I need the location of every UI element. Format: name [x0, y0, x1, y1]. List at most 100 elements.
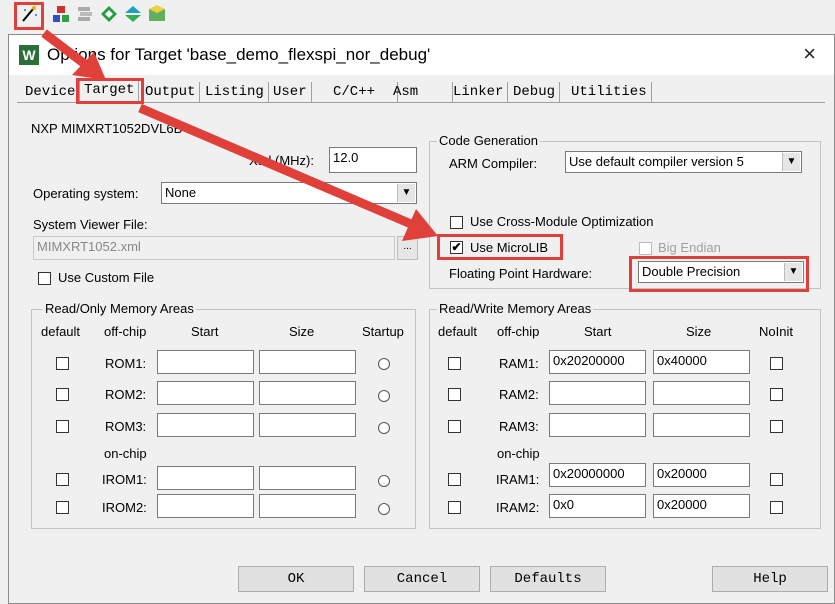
close-icon[interactable]: × [803, 43, 816, 65]
irom1-start-input[interactable] [157, 466, 254, 490]
rom2-startup-radio[interactable] [378, 390, 390, 402]
defaults-button[interactable]: Defaults [490, 566, 606, 592]
rom1-default-checkbox[interactable] [56, 357, 69, 370]
title-bar: W Options for Target 'base_demo_flexspi_… [9, 35, 834, 75]
compiler-select[interactable]: Use default compiler version 5 ▼ [565, 151, 802, 173]
xtal-input[interactable]: 12.0 [329, 147, 417, 173]
tab-output[interactable]: Output [141, 82, 201, 102]
sysviewer-label: System Viewer File: [33, 217, 148, 232]
iram2-noinit-checkbox[interactable] [770, 501, 783, 514]
device-name: NXP MIMXRT1052DVL6B [31, 121, 183, 136]
dialog-title: Options for Target 'base_demo_flexspi_no… [47, 45, 431, 64]
fph-label: Floating Point Hardware: [449, 266, 593, 281]
microlib-checkbox[interactable]: ✔ [450, 241, 463, 254]
pack-icon[interactable] [146, 3, 168, 25]
branch-icon[interactable] [122, 3, 144, 25]
ram2-default-checkbox[interactable] [448, 388, 461, 401]
rom3-start-input[interactable] [157, 413, 254, 437]
irom1-startup-radio[interactable] [378, 475, 390, 487]
irom2-start-input[interactable] [157, 494, 254, 518]
ok-button[interactable]: OK [238, 566, 354, 592]
tab-linker[interactable]: Linker [449, 82, 509, 102]
rom3-label: ROM3: [105, 419, 147, 434]
big-endian-checkbox[interactable] [639, 242, 652, 255]
tab-utilities[interactable]: Utilities [567, 82, 652, 102]
iram1-default-checkbox[interactable] [448, 473, 461, 486]
ram3-size-input[interactable] [653, 413, 750, 437]
help-button[interactable]: Help [712, 566, 828, 592]
component-icon[interactable] [50, 3, 72, 25]
ram1-default-checkbox[interactable] [448, 357, 461, 370]
ram-header-offchip: off-chip [497, 324, 540, 339]
rom-header-offchip: off-chip [104, 324, 147, 339]
irom2-startup-radio[interactable] [378, 503, 390, 515]
compiler-value: Use default compiler version 5 [569, 154, 744, 169]
irom1-label: IROM1: [102, 472, 147, 487]
chevron-down-icon: ▼ [784, 263, 802, 281]
ram2-start-input[interactable] [549, 381, 646, 405]
tab-c-cpp[interactable]: C/C++ [329, 82, 398, 102]
stack-icon[interactable] [74, 3, 96, 25]
iram1-start-input[interactable]: 0x20000000 [549, 463, 646, 487]
irom1-size-input[interactable] [259, 466, 356, 490]
ram3-default-checkbox[interactable] [448, 420, 461, 433]
fph-select[interactable]: Double Precision ▼ [638, 261, 804, 283]
irom1-default-checkbox[interactable] [56, 473, 69, 486]
irom2-default-checkbox[interactable] [56, 501, 69, 514]
tab-asm[interactable]: Asm [389, 82, 453, 102]
iram2-start-input[interactable]: 0x0 [549, 494, 646, 518]
ram-onchip-label: on-chip [497, 446, 540, 461]
os-select[interactable]: None ▼ [161, 182, 417, 204]
rom1-startup-radio[interactable] [378, 358, 390, 370]
rom2-start-input[interactable] [157, 381, 254, 405]
ram-title: Read/Write Memory Areas [437, 301, 594, 316]
tab-device[interactable]: Device [21, 82, 81, 102]
sysviewer-input[interactable]: MIMXRT1052.xml [33, 236, 395, 260]
ram2-noinit-checkbox[interactable] [770, 388, 783, 401]
iram2-size-input[interactable]: 0x20000 [653, 494, 750, 518]
ram1-size-input[interactable]: 0x40000 [653, 350, 750, 374]
iram1-label: IRAM1: [496, 472, 540, 487]
rom3-size-input[interactable] [259, 413, 356, 437]
chevron-down-icon: ▼ [397, 184, 415, 202]
tab-user[interactable]: User [269, 82, 312, 102]
rom1-size-input[interactable] [259, 350, 356, 374]
ram1-start-input[interactable]: 0x20200000 [549, 350, 646, 374]
ram-header-noinit: NoInit [759, 324, 793, 339]
compiler-label: ARM Compiler: [449, 156, 538, 171]
iram2-default-checkbox[interactable] [448, 501, 461, 514]
browse-button[interactable]: ... [397, 236, 418, 260]
chevron-down-icon: ▼ [782, 153, 800, 171]
tab-listing[interactable]: Listing [201, 82, 269, 102]
rom3-startup-radio[interactable] [378, 422, 390, 434]
rom1-start-input[interactable] [157, 350, 254, 374]
cross-module-label: Use Cross-Module Optimization [470, 214, 654, 229]
tab-target[interactable]: Target [79, 79, 140, 104]
iram1-size-input[interactable]: 0x20000 [653, 463, 750, 487]
rom-title: Read/Only Memory Areas [43, 301, 196, 316]
cross-module-checkbox[interactable] [450, 216, 463, 229]
tab-debug[interactable]: Debug [509, 82, 561, 102]
microlib-label: Use MicroLIB [470, 240, 549, 255]
ram-header-default: default [438, 324, 478, 339]
custom-file-checkbox[interactable] [38, 272, 51, 285]
iram2-label: IRAM2: [496, 500, 540, 515]
rom2-size-input[interactable] [259, 381, 356, 405]
rom2-default-checkbox[interactable] [56, 388, 69, 401]
ram2-size-input[interactable] [653, 381, 750, 405]
iram1-noinit-checkbox[interactable] [770, 473, 783, 486]
rom-header-default: default [41, 324, 81, 339]
ram3-start-input[interactable] [549, 413, 646, 437]
ram1-noinit-checkbox[interactable] [770, 357, 783, 370]
rom-header-startup: Startup [362, 324, 404, 339]
cancel-button[interactable]: Cancel [364, 566, 480, 592]
rom2-label: ROM2: [105, 387, 147, 402]
xtal-label: Xtal (MHz): [249, 153, 314, 168]
magic-wand-icon[interactable] [18, 3, 40, 25]
rom-header-start: Start [191, 324, 219, 339]
codegen-title: Code Generation [437, 133, 541, 148]
ram3-noinit-checkbox[interactable] [770, 420, 783, 433]
diamond-icon[interactable] [98, 3, 120, 25]
rom3-default-checkbox[interactable] [56, 420, 69, 433]
irom2-size-input[interactable] [259, 494, 356, 518]
